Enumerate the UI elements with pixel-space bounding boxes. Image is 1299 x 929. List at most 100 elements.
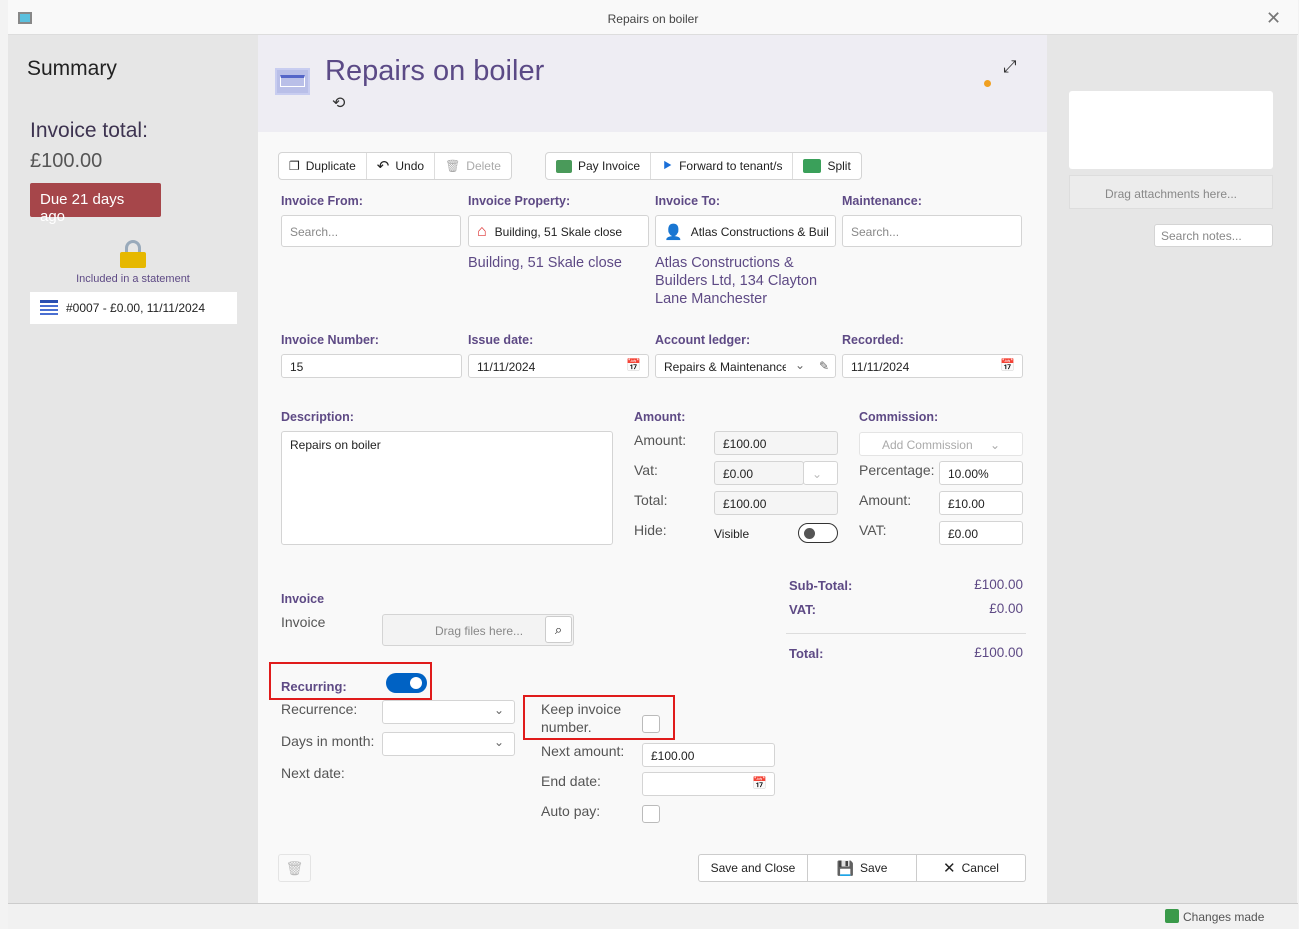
totals-divider [786, 633, 1026, 634]
issue-date-input[interactable]: 11/11/2024 📅 [468, 354, 649, 378]
save-and-close-button[interactable]: Save and Close [698, 854, 808, 882]
description-label: Description: [281, 410, 354, 424]
commission-amount-label: Amount: [859, 492, 912, 508]
duplicate-icon: ❐ [289, 159, 300, 173]
recurring-toggle[interactable] [386, 673, 427, 693]
page-title: Repairs on boiler [325, 55, 545, 87]
close-icon[interactable]: ✕ [1266, 8, 1281, 29]
account-ledger-value: Repairs & Maintenance [664, 360, 786, 374]
commission-amount-input[interactable]: £10.00 [939, 491, 1023, 515]
next-date-label: Next date: [281, 765, 345, 781]
split-money-icon [803, 159, 822, 173]
pay-invoice-button[interactable]: Pay Invoice [546, 153, 652, 179]
commission-vat-input[interactable]: £0.00 [939, 521, 1023, 545]
duplicate-button[interactable]: ❐ Duplicate [279, 153, 367, 179]
total-label: Total: [634, 492, 668, 508]
title-bar: Repairs on boiler ✕ [8, 0, 1298, 35]
chevron-down-icon: ⌄ [794, 358, 805, 372]
window-title: Repairs on boiler [607, 12, 699, 26]
invoice-to-label: Invoice To: [655, 194, 721, 208]
calendar-icon[interactable]: 📅 [752, 776, 767, 790]
hide-value: Visible [714, 527, 750, 541]
statement-item[interactable]: #0007 - £0.00, 11/11/2024 [30, 292, 237, 324]
invoice-number-input[interactable]: 15 [281, 354, 462, 378]
vat-input[interactable]: £0.00 [714, 461, 804, 485]
close-icon: ✕ [943, 860, 956, 877]
recurrence-select[interactable]: ⌄ [382, 700, 515, 724]
vat-dropdown[interactable]: ⌄ [803, 461, 838, 485]
amount-input[interactable]: £100.00 [714, 431, 838, 455]
next-amount-input[interactable]: £100.00 [642, 743, 775, 767]
grand-total-value: £100.00 [974, 645, 1023, 660]
delete-button[interactable]: 🗑 Delete [435, 153, 511, 179]
invoice-property-field[interactable]: ⌂ Building, 51 Skale close [468, 215, 649, 247]
invoice-property-detail: Building, 51 Skale close [468, 255, 622, 271]
calendar-icon[interactable]: 📅 [626, 358, 641, 372]
person-icon: 👤 [664, 223, 683, 241]
invoice-file-label: Invoice [281, 614, 326, 630]
search-notes-input[interactable]: Search notes... [1154, 224, 1273, 247]
invoice-icon [275, 68, 310, 95]
due-badge: Due 21 days ago [30, 183, 161, 225]
delete-icon-button[interactable]: 🗑 [278, 854, 311, 882]
hide-toggle[interactable] [798, 523, 838, 543]
history-icon[interactable]: ⟲ [332, 93, 345, 113]
invoice-from-search[interactable]: Search... [281, 215, 461, 247]
percentage-label: Percentage: [859, 462, 935, 478]
keep-number-checkbox[interactable] [642, 715, 660, 733]
amount-heading: Amount: [634, 410, 686, 424]
invoice-from-label: Invoice From: [281, 194, 363, 208]
description-textarea[interactable]: Repairs on boiler [281, 431, 613, 545]
recorded-label: Recorded: [842, 333, 904, 347]
attachment-drop-zone[interactable]: Drag attachments here... [1069, 175, 1273, 209]
add-commission-label: Add Commission [881, 438, 973, 452]
status-bar: Changes made [8, 903, 1298, 929]
undo-button[interactable]: ↶ Undo [367, 153, 436, 179]
auto-pay-checkbox[interactable] [642, 805, 660, 823]
pay-invoice-label: Pay Invoice [578, 159, 641, 173]
chevron-down-icon: ⌄ [493, 735, 504, 749]
undo-icon: ↶ [376, 158, 390, 175]
percentage-input[interactable]: 10.00% [939, 461, 1023, 485]
subtotal-label: Sub-Total: [789, 578, 853, 593]
total-input[interactable]: £100.00 [714, 491, 838, 515]
lock-icon [120, 240, 146, 268]
expand-icon[interactable]: ⤢ [1003, 57, 1017, 77]
invoice-to-field[interactable]: 👤 Atlas Constructions & Buil [655, 215, 836, 247]
search-icon[interactable]: ⌕ [545, 616, 572, 643]
trash-icon: 🗑 [445, 159, 461, 173]
chevron-down-icon: ⌄ [493, 703, 504, 717]
invoice-to-detail: Atlas Constructions & Builders Ltd, 134 … [655, 255, 818, 307]
save-button[interactable]: 💾 Save [808, 854, 917, 882]
save-and-close-label: Save and Close [710, 861, 796, 875]
account-ledger-select[interactable]: Repairs & Maintenance ⌄ ✎ [655, 354, 836, 378]
statement-label: Included in a statement [76, 273, 190, 285]
footer-buttons: Save and Close 💾 Save ✕ Cancel [698, 854, 1026, 882]
subtotal-value: £100.00 [974, 577, 1023, 592]
save-icon: 💾 [836, 859, 855, 876]
end-date-label: End date: [541, 773, 601, 789]
next-amount-label: Next amount: [541, 743, 625, 759]
forward-button[interactable]: ⯈ Forward to tenant/s [651, 153, 794, 179]
vat-label: Vat: [634, 462, 658, 478]
edit-pencil-icon[interactable]: ✎ [819, 359, 829, 373]
days-in-month-select[interactable]: ⌄ [382, 732, 515, 756]
calendar-icon[interactable]: 📅 [1000, 358, 1015, 372]
invoice-file-heading: Invoice [281, 592, 325, 606]
summary-panel: Summary Invoice total: £100.00 Due 21 da… [8, 35, 258, 903]
cancel-button[interactable]: ✕ Cancel [917, 854, 1026, 882]
statement-icon [40, 299, 58, 317]
invoice-number-label: Invoice Number: [281, 333, 379, 347]
add-commission-select[interactable]: Add Commission ⌄ [859, 432, 1023, 456]
recorded-date-input[interactable]: 11/11/2024 📅 [842, 354, 1023, 378]
recurring-label: Recurring: [281, 679, 347, 694]
header: Repairs on boiler ⟲ ⤢ [258, 35, 1047, 132]
invoice-total-label: Invoice total: [30, 119, 148, 142]
end-date-input[interactable]: 📅 [642, 772, 775, 796]
save-label: Save [860, 861, 888, 875]
unsaved-dot [984, 80, 991, 87]
split-button[interactable]: Split [793, 153, 860, 179]
commission-vat-label: VAT: [859, 522, 887, 538]
status-text: Changes made [1183, 910, 1265, 924]
maintenance-search[interactable]: Search... [842, 215, 1022, 247]
